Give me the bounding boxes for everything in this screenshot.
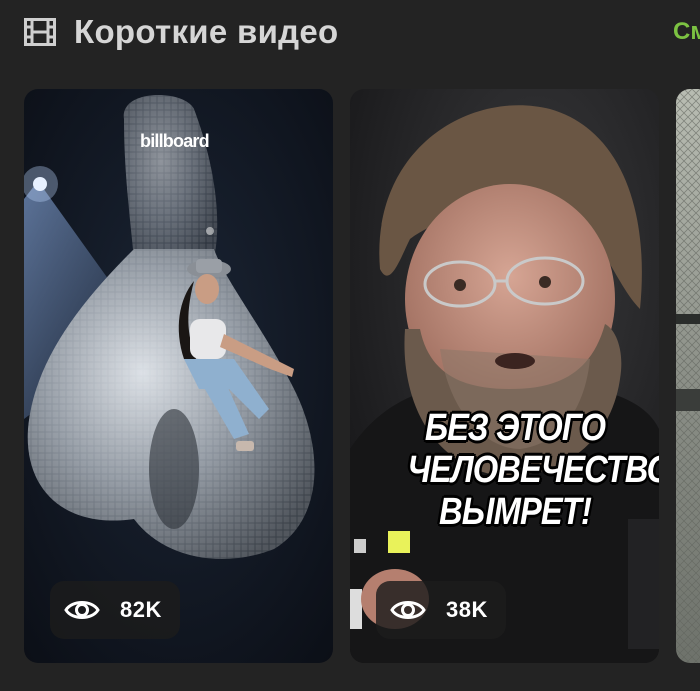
section-title: Короткие видео bbox=[74, 13, 339, 50]
eye-icon bbox=[64, 601, 100, 619]
views-badge: 82K bbox=[50, 581, 180, 639]
video-carousel[interactable]: billboard 82K БЕЗ ЭТОГО ЧЕЛОВЕЧЕСТВО ВЫМ… bbox=[0, 89, 700, 663]
video-thumbnail bbox=[350, 89, 659, 663]
video-thumbnail bbox=[24, 89, 333, 663]
short-videos-page: Короткие видео См billboard 82K БЕЗ ЭТОГ… bbox=[0, 0, 700, 691]
eye-icon bbox=[390, 601, 426, 619]
video-card[interactable]: billboard 82K bbox=[24, 89, 333, 663]
see-all-link[interactable]: См bbox=[673, 14, 700, 50]
section-header: Короткие видео См bbox=[0, 0, 700, 64]
views-count: 82K bbox=[120, 597, 162, 622]
caption-line: БЕЗ ЭТОГО bbox=[424, 407, 606, 449]
views-badge: 38K bbox=[376, 581, 506, 639]
caption-line: ЧЕЛОВЕЧЕСТВО bbox=[407, 449, 660, 491]
caption-line: ВЫМРЕТ! bbox=[439, 491, 592, 533]
video-card[interactable] bbox=[676, 89, 700, 663]
video-thumbnail bbox=[676, 89, 700, 663]
views-count: 38K bbox=[446, 597, 488, 622]
video-caption: БЕЗ ЭТОГО ЧЕЛОВЕЧЕСТВО ВЫМРЕТ! bbox=[390, 407, 660, 533]
brand-watermark: billboard bbox=[140, 131, 210, 151]
video-card[interactable]: БЕЗ ЭТОГО ЧЕЛОВЕЧЕСТВО ВЫМРЕТ! 38K bbox=[350, 89, 659, 663]
film-icon bbox=[24, 18, 56, 46]
